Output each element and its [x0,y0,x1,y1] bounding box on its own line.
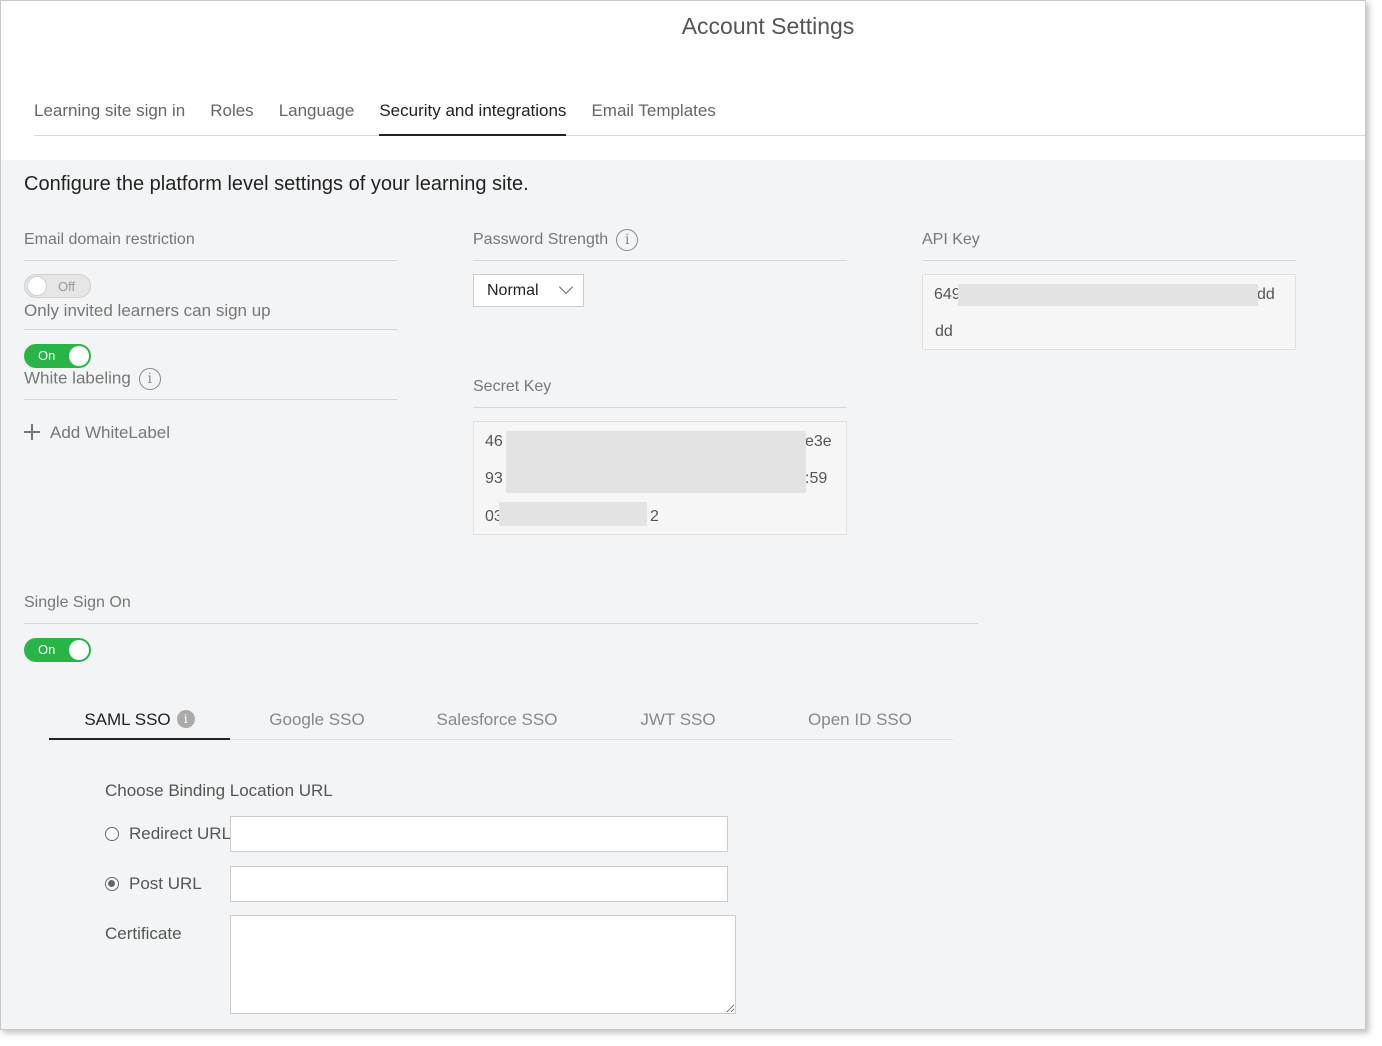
info-icon[interactable]: i [616,229,639,251]
sso-toggle[interactable]: On [24,638,91,662]
secret-key-box[interactable]: 46 e3e 93 :59 03 2 [473,421,847,535]
toggle-state: Off [58,279,76,294]
secret-key-line-2-end: :59 [805,470,828,487]
page-title: Account Settings [681,13,855,39]
redirect-url-label: Redirect URL [129,824,232,843]
info-icon[interactable]: i [176,710,195,728]
divider [922,260,1296,261]
binding-location-label: Choose Binding Location URL [105,781,333,800]
certificate-textarea[interactable] [230,915,736,1014]
white-labeling-toggle[interactable]: On [24,344,91,368]
redaction-block [958,284,1258,306]
secret-key-label: Secret Key [473,378,552,395]
chevron-down-icon [558,279,574,295]
tab-security-and-integrations[interactable]: Security and integrations [379,97,567,136]
redirect-url-input[interactable] [230,816,728,852]
add-whitelabel-label: Add WhiteLabel [50,423,171,442]
email-domain-description: Only invited learners can sign up [24,301,271,320]
toggle-knob [27,276,47,296]
tab-saml-sso-label: SAML SSO [84,710,171,729]
password-strength-value: Normal [487,282,539,299]
tab-language[interactable]: Language [279,97,355,134]
toggle-knob [69,346,89,366]
api-key-label: API Key [922,231,980,248]
settings-tabs: Learning site sign in Roles Language Sec… [34,97,1365,136]
account-settings-window: Account Settings Learning site sign in R… [0,0,1366,1030]
add-whitelabel-button[interactable]: Add WhiteLabel [24,423,170,443]
email-domain-label: Email domain restriction [24,231,195,248]
password-strength-row: Password Strength i [473,229,639,251]
divider [24,329,398,330]
password-strength-select[interactable]: Normal [473,274,584,307]
api-key-line-1-end: dd [1257,286,1275,303]
white-labeling-label: White labeling [24,368,131,388]
divider [24,260,398,261]
redirect-url-radio[interactable] [105,827,119,841]
post-url-label: Post URL [129,874,202,893]
redaction-block [499,502,647,526]
secret-key-line-2-start: 93 [485,470,503,487]
tab-saml-sso[interactable]: SAML SSO i [49,701,230,740]
sso-tabs: SAML SSO i Google SSO Salesforce SSO JWT … [49,701,953,740]
tab-jwt-sso[interactable]: JWT SSO [592,701,764,739]
secret-key-line-1-start: 46 [485,433,503,450]
info-icon[interactable]: i [138,368,161,390]
tab-google-sso[interactable]: Google SSO [230,701,404,739]
divider [473,407,847,408]
api-key-line-2: dd [935,323,953,340]
secret-key-line-1-end: e3e [805,433,832,450]
password-strength-label: Password Strength [473,231,609,249]
tab-email-templates[interactable]: Email Templates [591,97,715,134]
header: Account Settings Learning site sign in R… [1,1,1365,160]
secret-key-line-3-end: 2 [650,508,659,525]
intro-text: Configure the platform level settings of… [24,173,529,195]
toggle-state: On [38,348,56,363]
tab-salesforce-sso[interactable]: Salesforce SSO [411,701,583,739]
api-key-line-1-start: 649 [934,286,961,303]
toggle-knob [69,640,89,660]
certificate-label: Certificate [105,924,182,943]
sso-label: Single Sign On [24,594,131,611]
email-domain-toggle[interactable]: Off [24,274,91,298]
tab-open-id-sso[interactable]: Open ID SSO [773,701,947,739]
api-key-box[interactable]: 649 dd dd [922,274,1296,350]
tab-learning-site-sign-in[interactable]: Learning site sign in [34,97,185,134]
tab-roles[interactable]: Roles [210,97,253,134]
divider [24,623,978,624]
plus-icon [24,424,40,440]
divider [24,399,398,400]
divider [473,260,847,261]
post-url-radio[interactable] [105,877,119,891]
post-url-input[interactable] [230,866,728,902]
toggle-state: On [38,642,56,657]
redaction-block [506,431,806,493]
white-labeling-row: White labeling i [24,368,161,390]
